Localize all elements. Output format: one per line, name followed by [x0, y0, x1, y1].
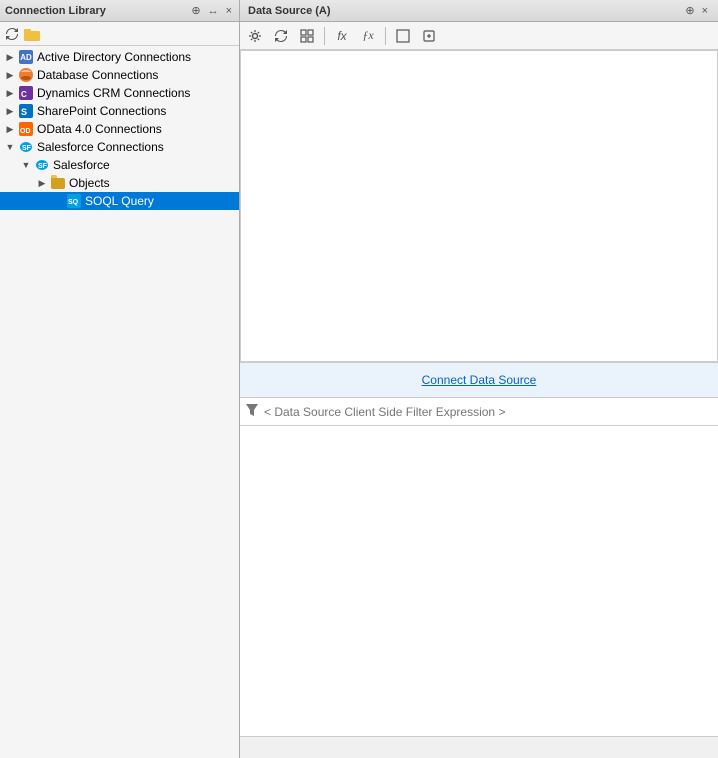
- objects-folder-icon: [50, 175, 66, 191]
- right-panel-title: Data Source (A): [248, 5, 331, 17]
- odata-label: OData 4.0 Connections: [37, 122, 162, 136]
- filter-expression-input[interactable]: [264, 405, 712, 419]
- toolbar-grid-btn[interactable]: [296, 25, 318, 47]
- ad-icon: AD: [18, 49, 34, 65]
- toolbar-separator-1: [324, 27, 325, 45]
- objects-label: Objects: [69, 176, 110, 190]
- panel-header: Connection Library ⊕ ↔ ×: [0, 0, 239, 22]
- panel-header-icons: ⊕ ↔ ×: [189, 3, 234, 18]
- sharepoint-label: SharePoint Connections: [37, 104, 166, 118]
- db-icon: [18, 67, 34, 83]
- svg-text:SF: SF: [22, 145, 32, 152]
- toggle-salesforce[interactable]: [18, 157, 34, 173]
- bottom-data-area: [240, 426, 718, 736]
- odata-icon: OD: [18, 121, 34, 137]
- refresh-icon[interactable]: [4, 26, 20, 42]
- toggle-salesforce-connections[interactable]: [2, 139, 18, 155]
- tree-item-odata[interactable]: OD OData 4.0 Connections: [0, 120, 239, 138]
- svg-text:SF: SF: [38, 163, 48, 170]
- toggle-odata[interactable]: [2, 121, 18, 137]
- pin-icon[interactable]: ⊕: [189, 3, 202, 18]
- svg-text:SQ: SQ: [68, 199, 79, 206]
- right-panel: Data Source (A) ⊕ ×: [240, 0, 718, 758]
- salesforce-label: Salesforce: [53, 158, 110, 172]
- toolbar-empty1-btn[interactable]: [392, 25, 414, 47]
- tree-item-sharepoint[interactable]: S SharePoint Connections: [0, 102, 239, 120]
- panel-toolbar: [0, 22, 239, 46]
- new-folder-icon[interactable]: [24, 26, 40, 42]
- tree-item-active-directory[interactable]: AD Active Directory Connections: [0, 48, 239, 66]
- svg-text:OD: OD: [20, 128, 31, 135]
- dynamics-crm-label: Dynamics CRM Connections: [37, 86, 190, 100]
- float-icon[interactable]: ↔: [206, 4, 221, 18]
- soql-icon: SQ: [66, 193, 82, 209]
- connection-tree: AD Active Directory Connections Database…: [0, 46, 239, 758]
- panel-title: Connection Library: [5, 5, 106, 17]
- close-icon[interactable]: ×: [224, 4, 234, 18]
- database-label: Database Connections: [37, 68, 158, 82]
- svg-text:S: S: [21, 107, 27, 117]
- connect-data-source-link[interactable]: Connect Data Source: [422, 373, 537, 387]
- connect-bar: Connect Data Source: [240, 362, 718, 398]
- data-display-area: [241, 51, 717, 361]
- status-bar: [240, 736, 718, 758]
- sp-icon: S: [18, 103, 34, 119]
- toolbar-separator-2: [385, 27, 386, 45]
- toolbar-empty2-btn[interactable]: [418, 25, 440, 47]
- right-panel-header-icons: ⊕ ×: [683, 3, 710, 18]
- toolbar-fx1-btn[interactable]: fx: [331, 25, 353, 47]
- toggle-objects[interactable]: [34, 175, 50, 191]
- right-pin-icon[interactable]: ⊕: [683, 3, 696, 18]
- toggle-sharepoint[interactable]: [2, 103, 18, 119]
- tree-item-soql-query[interactable]: SQ SOQL Query: [0, 192, 239, 210]
- toolbar-fx2-btn[interactable]: ƒx: [357, 25, 379, 47]
- tree-item-salesforce[interactable]: SF Salesforce: [0, 156, 239, 174]
- tree-item-dynamics-crm[interactable]: C Dynamics CRM Connections: [0, 84, 239, 102]
- toggle-dynamics-crm[interactable]: [2, 85, 18, 101]
- filter-bar: [240, 398, 718, 426]
- toggle-soql: [50, 193, 66, 209]
- tree-item-objects[interactable]: Objects: [0, 174, 239, 192]
- toolbar-refresh-btn[interactable]: [270, 25, 292, 47]
- toolbar-settings-btn[interactable]: [244, 25, 266, 47]
- salesforce-connections-label: Salesforce Connections: [37, 140, 164, 154]
- toggle-active-directory[interactable]: [2, 49, 18, 65]
- tree-item-database[interactable]: Database Connections: [0, 66, 239, 84]
- soql-query-label: SOQL Query: [85, 194, 154, 208]
- svg-text:C: C: [21, 90, 27, 99]
- filter-icon: [246, 404, 258, 419]
- right-close-icon[interactable]: ×: [700, 4, 710, 18]
- sf-connections-icon: SF: [18, 139, 34, 155]
- crm-icon: C: [18, 85, 34, 101]
- tree-item-salesforce-connections[interactable]: SF Salesforce Connections: [0, 138, 239, 156]
- right-toolbar: fx ƒx: [240, 22, 718, 50]
- toggle-database[interactable]: [2, 67, 18, 83]
- active-directory-label: Active Directory Connections: [37, 50, 191, 64]
- sf-icon: SF: [34, 157, 50, 173]
- connection-library-panel: Connection Library ⊕ ↔ ×: [0, 0, 240, 758]
- data-content-area: [240, 50, 718, 362]
- right-panel-header: Data Source (A) ⊕ ×: [240, 0, 718, 22]
